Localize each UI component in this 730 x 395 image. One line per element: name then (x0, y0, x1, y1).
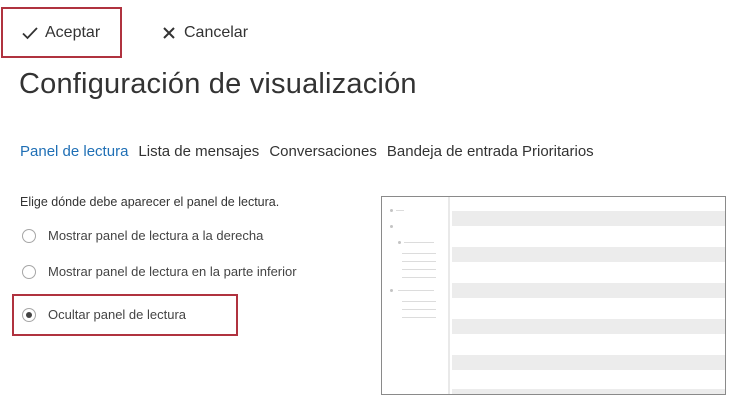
preview-mark (390, 225, 393, 228)
accept-button-label: Aceptar (45, 23, 101, 41)
preview-mark (390, 289, 393, 292)
checkmark-icon (21, 24, 39, 42)
preview-mark (404, 242, 434, 243)
preview-folder-pane (382, 197, 448, 394)
reading-pane-prompt: Elige dónde debe aparecer el panel de le… (20, 195, 280, 209)
tab-message-list[interactable]: Lista de mensajes (138, 143, 259, 160)
preview-mark (390, 209, 393, 212)
page-title: Configuración de visualización (19, 68, 417, 100)
preview-message-row (452, 283, 725, 298)
preview-mark (398, 290, 434, 291)
preview-message-row (452, 355, 725, 370)
preview-mark (398, 241, 401, 244)
preview-mark (396, 210, 404, 211)
preview-mark (402, 317, 436, 318)
close-icon (160, 24, 178, 42)
accept-button[interactable]: Aceptar (1, 7, 122, 58)
tab-conversations[interactable]: Conversaciones (269, 143, 377, 160)
cancel-button-label: Cancelar (184, 24, 249, 41)
option-label: Ocultar panel de lectura (48, 307, 187, 322)
preview-mark (402, 253, 436, 254)
preview-mark (402, 277, 436, 278)
cancel-button[interactable]: Cancelar (160, 20, 248, 46)
option-label: Mostrar panel de lectura en la parte inf… (48, 264, 297, 279)
option-label: Mostrar panel de lectura a la derecha (48, 228, 264, 243)
tab-focused-inbox[interactable]: Bandeja de entrada Prioritarios (387, 143, 594, 160)
option-show-right[interactable]: Mostrar panel de lectura a la derecha (22, 228, 263, 243)
preview-mark (402, 269, 436, 270)
preview-message-row (452, 247, 725, 262)
radio-button[interactable] (22, 264, 36, 279)
preview-mark (402, 261, 436, 262)
display-settings-page: Aceptar Cancelar Configuración de visual… (0, 0, 730, 395)
layout-preview (381, 196, 726, 395)
radio-button[interactable] (22, 228, 36, 243)
preview-mark (402, 309, 436, 310)
preview-divider (448, 197, 450, 394)
settings-tabs: Panel de lectura Lista de mensajes Conve… (20, 143, 594, 160)
radio-dot (26, 311, 32, 318)
option-hide-pane[interactable]: Ocultar panel de lectura (22, 307, 186, 322)
preview-message-row (452, 319, 725, 334)
option-show-bottom[interactable]: Mostrar panel de lectura en la parte inf… (22, 264, 297, 279)
preview-mark (402, 301, 436, 302)
preview-message-row (452, 211, 725, 226)
radio-button-selected[interactable] (22, 307, 36, 322)
tab-reading-pane[interactable]: Panel de lectura (20, 143, 128, 160)
preview-message-row (452, 389, 725, 394)
